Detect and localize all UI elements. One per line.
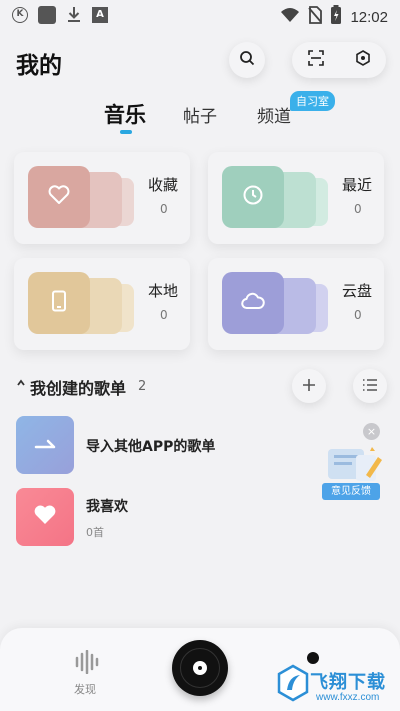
card-label: 收藏 xyxy=(148,176,179,194)
playlist-cover-import[interactable] xyxy=(16,416,74,474)
cloud-icon xyxy=(241,292,265,314)
nav-discover[interactable] xyxy=(66,649,106,678)
card-count: 0 xyxy=(160,202,168,216)
tab-music[interactable]: 音乐 xyxy=(104,99,146,129)
header-action-pill xyxy=(292,42,386,78)
card-label: 本地 xyxy=(148,282,179,300)
card-count: 0 xyxy=(354,202,362,216)
no-sim-icon xyxy=(308,6,323,28)
playlist-title[interactable]: 导入其他APP的歌单 xyxy=(86,436,215,456)
nav-mine-indicator-icon[interactable] xyxy=(307,652,319,664)
scan-icon xyxy=(307,50,324,70)
scan-button[interactable] xyxy=(292,42,339,78)
card-recent[interactable]: 最近 0 xyxy=(208,152,384,244)
study-room-badge[interactable]: 自习室 xyxy=(290,91,335,111)
nav-discover-label[interactable]: 发现 xyxy=(74,681,96,697)
a-icon: A xyxy=(92,7,108,23)
now-playing-vinyl-button[interactable] xyxy=(172,640,228,696)
k-circle-icon: K xyxy=(12,7,28,23)
card-label: 云盘 xyxy=(342,282,373,300)
download-icon xyxy=(66,6,82,24)
search-button[interactable] xyxy=(229,42,265,78)
section-title[interactable]: 我创建的歌单 xyxy=(30,375,126,399)
card-count: 0 xyxy=(354,308,362,322)
watermark-text: 飞翔下载 xyxy=(310,672,386,693)
tab-posts[interactable]: 帖子 xyxy=(183,102,217,127)
search-icon xyxy=(239,50,255,70)
add-playlist-button[interactable] xyxy=(292,369,326,403)
card-cloud[interactable]: 云盘 0 xyxy=(208,258,384,350)
waveform-icon xyxy=(73,649,99,678)
feedback-close-button[interactable]: × xyxy=(363,423,380,440)
section-count: 2 xyxy=(138,379,147,394)
tab-channel[interactable]: 频道 xyxy=(257,102,291,127)
battery-icon xyxy=(330,5,342,29)
card-count: 0 xyxy=(160,308,168,322)
collapse-caret-icon[interactable] xyxy=(16,378,26,391)
square-icon xyxy=(38,6,56,24)
clock-icon xyxy=(242,184,264,210)
status-bar: K A 12:02 xyxy=(0,0,400,28)
watermark-url: www.fxxz.com xyxy=(316,692,380,703)
playlist-title[interactable]: 我喜欢 xyxy=(86,496,128,516)
page-title: 我的 xyxy=(16,53,62,79)
manage-playlist-button[interactable] xyxy=(353,369,387,403)
settings-hex-icon xyxy=(355,50,371,70)
feedback-button[interactable]: 意见反馈 xyxy=(322,483,380,500)
card-local[interactable]: 本地 0 xyxy=(14,258,190,350)
plus-icon xyxy=(302,377,316,396)
playlist-cover-liked[interactable] xyxy=(16,488,74,546)
settings-button[interactable] xyxy=(339,42,386,78)
playlist-song-count: 0首 xyxy=(86,526,104,539)
phone-icon xyxy=(51,290,67,316)
heart-icon xyxy=(48,185,70,209)
card-favorites[interactable]: 收藏 0 xyxy=(14,152,190,244)
card-label: 最近 xyxy=(342,176,373,194)
wifi-icon xyxy=(280,7,300,27)
list-manage-icon xyxy=(362,377,378,396)
import-arrow-icon xyxy=(34,436,56,455)
clock-time: 12:02 xyxy=(350,8,388,26)
heart-icon xyxy=(33,504,57,530)
tab-active-indicator xyxy=(120,130,132,134)
